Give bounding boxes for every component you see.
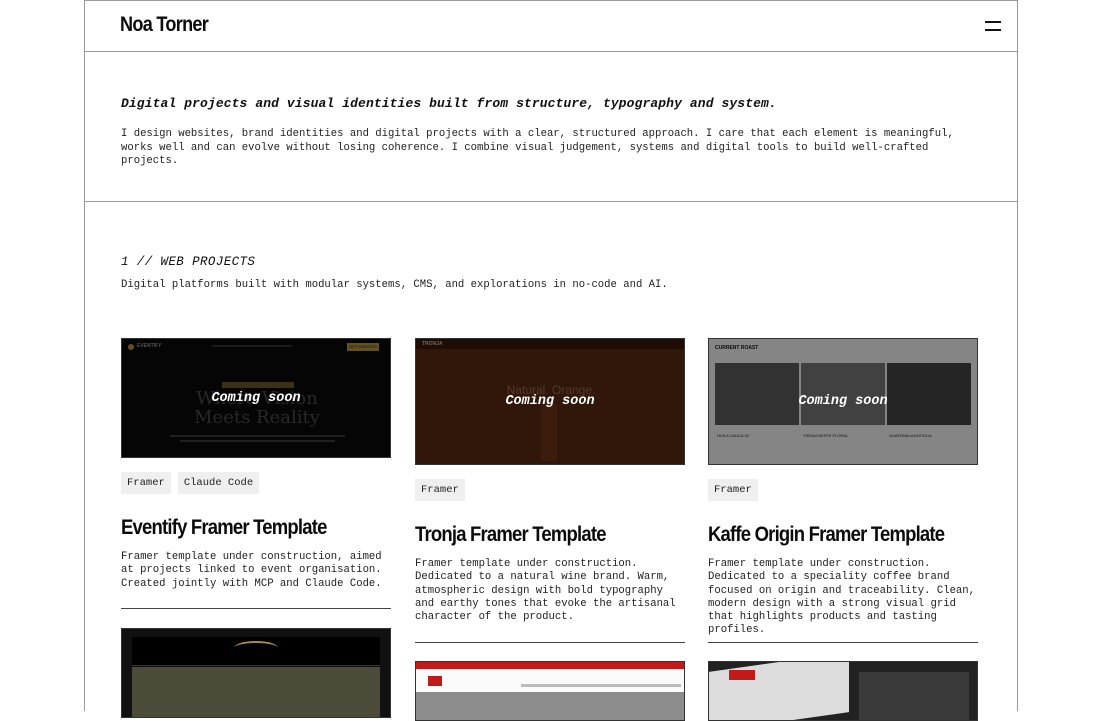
- page-frame: Noa Torner Digital projects and visual i…: [84, 0, 1018, 721]
- section-title: 1 // WEB PROJECTS: [121, 255, 256, 269]
- project-title[interactable]: Kaffe Origin Framer Template: [708, 523, 945, 547]
- coming-soon-label: Coming soon: [211, 390, 301, 406]
- project-description: Framer template under construction. Dedi…: [415, 558, 676, 624]
- tag-framer: Framer: [121, 472, 171, 494]
- site-logo[interactable]: Noa Torner: [120, 13, 209, 37]
- project-thumbnail[interactable]: CURRENT ROAST HUILA CAUCA 02 YIRGACHEFFE…: [708, 338, 978, 465]
- church-photo: [416, 692, 684, 720]
- project-card-eventify[interactable]: EVENTIFY GET STARTED Where Vision Meets …: [121, 338, 391, 609]
- card-divider: [708, 642, 978, 643]
- project-thumbnail-partial[interactable]: [415, 661, 685, 721]
- tag-framer: Framer: [708, 479, 758, 501]
- roof-logo-icon: [234, 641, 278, 655]
- thumb-nav: [521, 684, 681, 687]
- tag-list: Framer: [415, 479, 465, 501]
- tag-list: Framer Claude Code: [121, 472, 260, 494]
- building-photo: [132, 667, 380, 717]
- project-thumbnail[interactable]: TRONJA Natural. Orange. Coming soon: [415, 338, 685, 465]
- card-divider: [121, 608, 391, 609]
- thumb-logo: [428, 676, 442, 686]
- intro-section: Digital projects and visual identities b…: [85, 52, 1017, 202]
- book-stack-image: [859, 672, 969, 720]
- coming-soon-overlay: Coming soon: [709, 339, 977, 464]
- section-subtitle: Digital platforms built with modular sys…: [121, 279, 668, 291]
- tag-claude-code: Claude Code: [177, 472, 260, 494]
- coming-soon-overlay: Coming soon: [416, 339, 684, 464]
- card-divider: [415, 642, 685, 643]
- project-description: Framer template under construction. Dedi…: [708, 558, 976, 637]
- project-thumbnail[interactable]: EVENTIFY GET STARTED Where Vision Meets …: [121, 338, 391, 458]
- project-title[interactable]: Eventify Framer Template: [121, 516, 327, 540]
- project-thumbnail-partial[interactable]: [121, 628, 391, 718]
- project-description: Framer template under construction, aime…: [121, 551, 382, 590]
- tag-framer: Framer: [415, 479, 465, 501]
- project-card-tronja[interactable]: TRONJA Natural. Orange. Coming soon Fram…: [415, 338, 685, 643]
- coming-soon-overlay: Coming soon: [122, 339, 390, 457]
- hamburger-menu-icon[interactable]: [985, 19, 1001, 33]
- project-title[interactable]: Tronja Framer Template: [415, 523, 607, 547]
- coming-soon-label: Coming soon: [505, 394, 595, 409]
- project-card-kaffe-origin[interactable]: CURRENT ROAST HUILA CAUCA 02 YIRGACHEFFE…: [708, 338, 978, 643]
- project-thumbnail-partial[interactable]: [708, 661, 978, 721]
- thumb-topbar: [416, 662, 684, 669]
- intro-tagline: Digital projects and visual identities b…: [121, 96, 777, 111]
- tag-list: Framer: [708, 479, 758, 501]
- site-header: Noa Torner: [85, 1, 1017, 52]
- intro-bio: I design websites, brand identities and …: [121, 128, 954, 167]
- coming-soon-label: Coming soon: [798, 394, 888, 409]
- thumb-logo: [729, 670, 755, 680]
